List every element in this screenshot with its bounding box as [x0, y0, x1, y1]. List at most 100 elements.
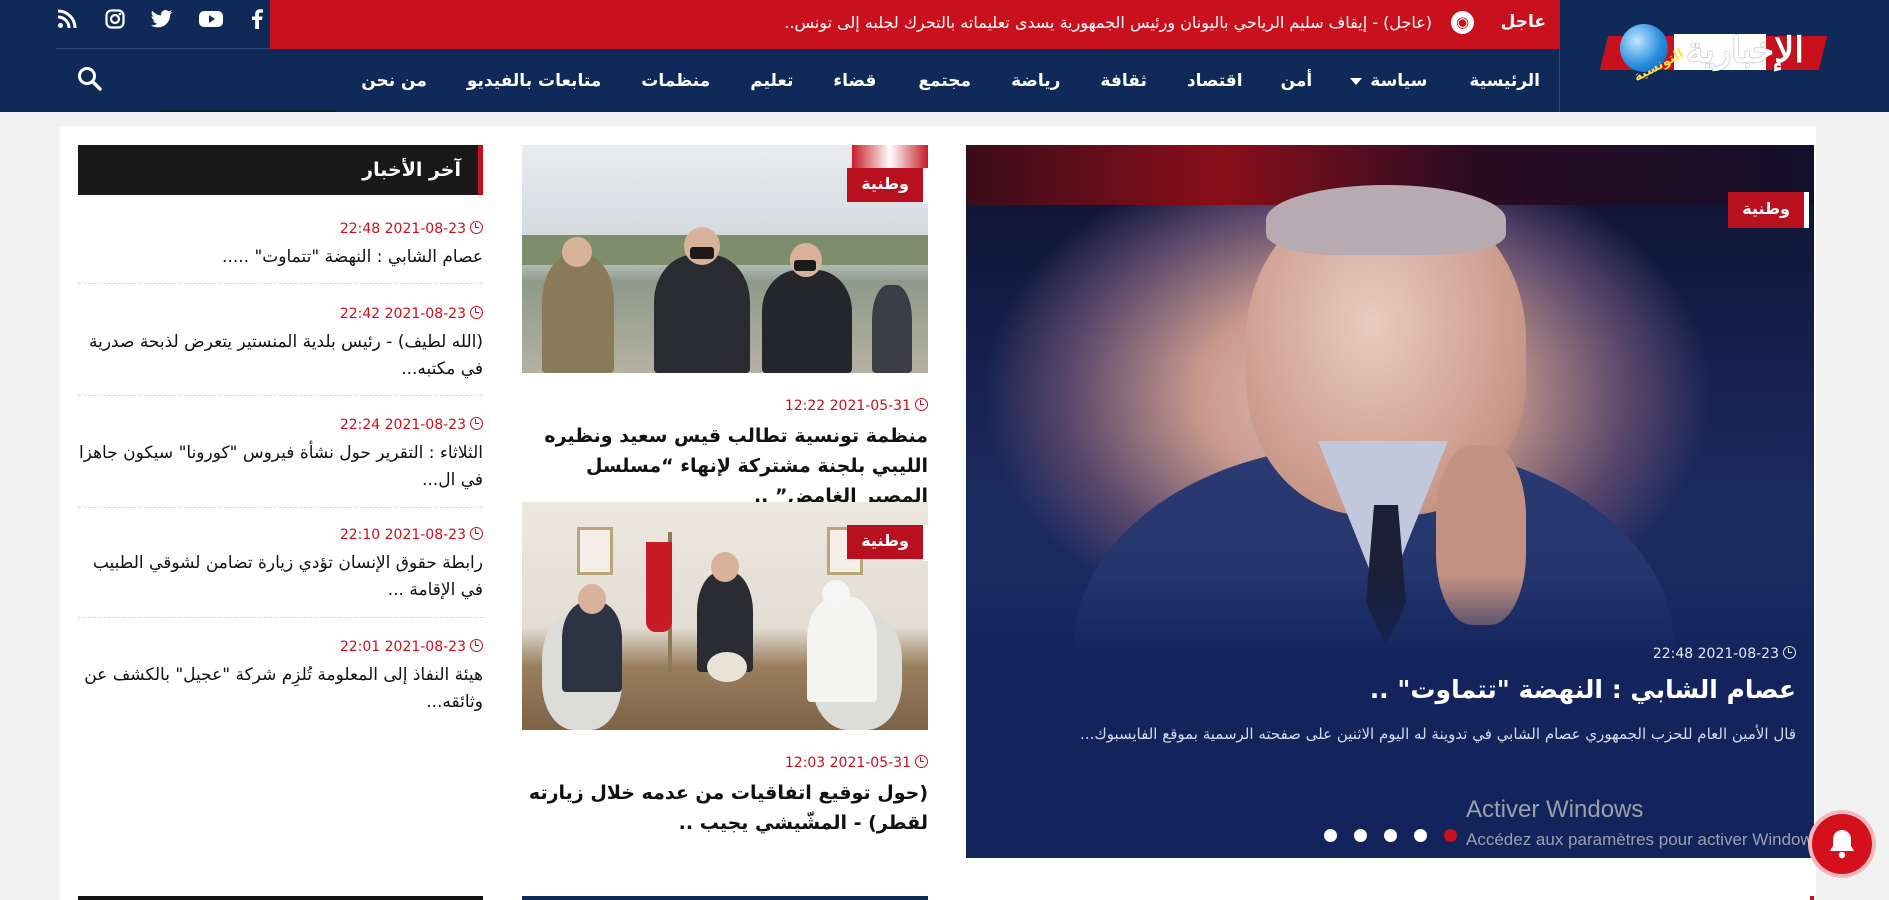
nav-item-culture[interactable]: ثقافة [1100, 57, 1146, 105]
item-separator [78, 283, 483, 284]
clock-icon [470, 639, 483, 652]
social-links [56, 0, 270, 49]
news-time: 2021-08-23 22:24 [78, 415, 483, 435]
social-divider [56, 48, 270, 49]
news-time: 2021-08-23 22:10 [78, 525, 483, 545]
latest-news-item[interactable]: 2021-08-23 22:01 هيئة النفاذ إلى المعلوم… [78, 637, 483, 716]
youtube-icon[interactable] [198, 9, 223, 33]
nav-item-security[interactable]: أمن [1281, 57, 1313, 105]
news-title[interactable]: عصام الشابي : النهضة "تتماوت" ..... [78, 244, 483, 271]
item-separator [78, 395, 483, 396]
search-icon[interactable] [77, 66, 103, 92]
category-badge[interactable]: وطنية [1728, 192, 1809, 228]
latest-news-item[interactable]: 2021-08-23 22:48 عصام الشابي : النهضة "ت… [78, 219, 483, 284]
twitter-icon[interactable] [151, 9, 173, 34]
clock-icon [470, 221, 483, 234]
nav-item-about[interactable]: من نحن [361, 57, 427, 105]
nav-underline [160, 110, 336, 112]
card-time-value: 2021-05-31 12:22 [784, 398, 911, 414]
slider-dot[interactable] [1354, 829, 1367, 842]
latest-news-header: آخر الأخبار [78, 145, 483, 195]
nav-item-education[interactable]: تعليم [750, 57, 793, 105]
news-title[interactable]: هيئة النفاذ إلى المعلومة تُلزِم شركة "عج… [78, 662, 483, 716]
slider-dot[interactable] [1414, 829, 1427, 842]
clock-icon [470, 417, 483, 430]
bell-icon [1830, 830, 1854, 859]
hero-gradient [966, 575, 1814, 858]
windows-activation-title: Activer Windows [1466, 796, 1644, 823]
news-time-value: 2021-08-23 22:42 [339, 306, 466, 322]
news-title[interactable]: الثلاثاء : التقرير حول نشأة فيروس "كورون… [78, 440, 483, 494]
news-time-value: 2021-08-23 22:01 [339, 639, 466, 655]
nav-item-videos[interactable]: متابعات بالفيديو [467, 57, 601, 105]
card-image[interactable]: وطنية [522, 502, 928, 730]
photo-soldier [542, 255, 614, 373]
slider-dot[interactable] [1324, 829, 1337, 842]
news-time-value: 2021-08-23 22:48 [339, 221, 466, 237]
nav-item-justice[interactable]: قضاء [833, 57, 876, 105]
slider-dot-active[interactable] [1444, 829, 1457, 842]
breaking-ticker-link[interactable]: (عاجل) - إيقاف سليم الرياحي باليونان ورئ… [784, 0, 1432, 49]
breaking-label: عاجل [1500, 12, 1546, 32]
main-nav: الرئيسية سياسة أمن اقتصاد ثقافة رياضة مج… [361, 57, 1540, 105]
category-badge[interactable]: وطنية [847, 525, 928, 561]
hero-time-value: 2021-08-23 22:48 [1652, 646, 1779, 662]
nav-item-society[interactable]: مجتمع [918, 57, 971, 105]
hero-title[interactable]: عصام الشابي : النهضة "تتماوت" .. [1370, 675, 1796, 704]
latest-news-title: آخر الأخبار [362, 159, 461, 181]
latest-news-item[interactable]: 2021-08-23 22:10 رابطة حقوق الإنسان تؤدي… [78, 525, 483, 618]
news-title[interactable]: (الله لطيف) - رئيس بلدية المنستير يتعرض … [78, 329, 483, 383]
nav-item-label: سياسة [1370, 71, 1428, 91]
photo-bystander [872, 285, 912, 373]
card-time: 2021-05-31 12:03 [785, 755, 928, 771]
photo-mask [794, 260, 816, 271]
news-time-value: 2021-08-23 22:10 [339, 527, 466, 543]
hero-excerpt: قال الأمين العام للحزب الجمهوري عصام الش… [1080, 725, 1796, 743]
slider-dot[interactable] [1384, 829, 1397, 842]
rss-icon[interactable] [56, 9, 78, 34]
hero-image-hair [1266, 185, 1506, 255]
photo-head [578, 584, 606, 614]
card-title[interactable]: منظمة تونسية تطالب قيس سعيد ونظيره الليب… [522, 421, 928, 511]
nav-item-organizations[interactable]: منظمات [641, 57, 710, 105]
news-time: 2021-08-23 22:01 [78, 637, 483, 657]
category-badge[interactable]: وطنية [847, 168, 928, 204]
photo-frame [577, 527, 613, 575]
header-accent [478, 145, 483, 195]
latest-news-item[interactable]: 2021-08-23 22:24 الثلاثاء : التقرير حول … [78, 415, 483, 508]
photo-qatari [807, 597, 877, 702]
site-header: الإخبارية التونسية عاجل ◉ (عاجل) - إيقاف… [0, 0, 1889, 112]
latest-news-item[interactable]: 2021-08-23 22:42 (الله لطيف) - رئيس بلدي… [78, 304, 483, 396]
item-separator [78, 507, 483, 508]
hero-slide[interactable]: وطنية 2021-08-23 22:48 عصام الشابي : الن… [966, 145, 1814, 858]
photo-president [654, 255, 750, 373]
photo-flag [646, 542, 672, 632]
clock-icon [915, 398, 928, 411]
clock-icon [470, 527, 483, 540]
slider-dots [1324, 829, 1474, 843]
news-time-value: 2021-08-23 22:24 [339, 417, 466, 433]
notification-bell-button[interactable] [1812, 814, 1872, 874]
section-header-strip [1810, 896, 1814, 900]
facebook-icon[interactable] [246, 8, 268, 34]
photo-flowers [707, 652, 747, 682]
card-title[interactable]: (حول توقيع اتفاقيات من عدمه خلال زيارته … [522, 778, 928, 838]
nav-item-home[interactable]: الرئيسية [1469, 57, 1540, 105]
instagram-icon[interactable] [104, 8, 126, 34]
photo-head [562, 237, 592, 267]
photo-mask [690, 247, 714, 259]
section-header-strip [78, 896, 483, 900]
breaking-news-bar: عاجل ◉ (عاجل) - إيقاف سليم الرياحي باليو… [270, 0, 1560, 49]
news-title[interactable]: رابطة حقوق الإنسان تؤدي زيارة تضامن لشوق… [78, 550, 483, 604]
nav-item-politics[interactable]: سياسة [1350, 57, 1427, 105]
clock-icon [470, 306, 483, 319]
nav-item-economy[interactable]: اقتصاد [1187, 57, 1243, 105]
item-separator [78, 617, 483, 618]
card-image[interactable]: وطنية [522, 145, 928, 373]
clock-icon [1783, 646, 1796, 659]
photo-head [711, 552, 739, 582]
caret-down-icon [1350, 77, 1363, 85]
site-logo[interactable]: الإخبارية التونسية [1558, 14, 1842, 92]
news-time: 2021-08-23 22:48 [78, 219, 483, 239]
nav-item-sports[interactable]: رياضة [1011, 57, 1060, 105]
